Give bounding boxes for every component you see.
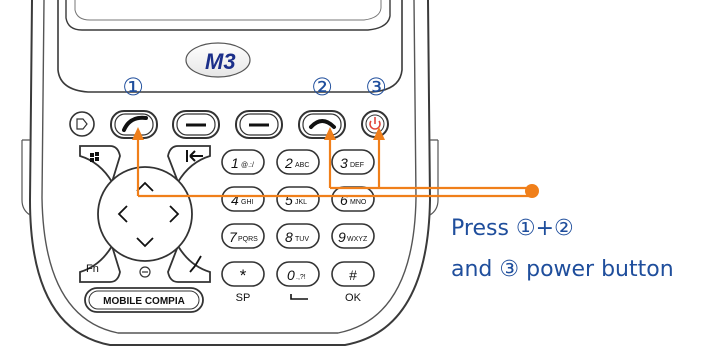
key-hash-symbol: # bbox=[349, 267, 357, 283]
key-7-digit: 7 bbox=[229, 229, 238, 245]
device-diagram: M3 Fn MOBILE COMPIA 1 @.:/ 2 ABC 3 DEF 4… bbox=[21, 0, 539, 346]
key-8-letters: TUV bbox=[295, 236, 309, 243]
key-3-letters: DEF bbox=[350, 162, 364, 169]
key-9-digit: 9 bbox=[338, 229, 346, 245]
dpad[interactable] bbox=[97, 166, 193, 262]
key-2[interactable]: 2 ABC bbox=[276, 149, 320, 175]
key-0-digit: 0 bbox=[287, 267, 295, 283]
key-5-letters: JKL bbox=[295, 199, 307, 206]
key-star-symbol: * bbox=[240, 266, 247, 285]
key-0-symbols: .,?! bbox=[296, 274, 306, 281]
callout-dot bbox=[525, 184, 539, 198]
brand-badge: MOBILE COMPIA bbox=[84, 287, 204, 313]
key-6-letters: MNO bbox=[350, 199, 367, 206]
key-9-letters: WXYZ bbox=[347, 236, 368, 243]
right-soft-key[interactable] bbox=[235, 110, 283, 139]
key-5-digit: 5 bbox=[285, 192, 293, 208]
key-8-digit: 8 bbox=[285, 229, 293, 245]
key-1[interactable]: 1 @.:/ bbox=[221, 149, 265, 175]
key-7-letters: PQRS bbox=[238, 236, 258, 243]
power-button[interactable] bbox=[361, 110, 389, 138]
instruction-line-2: and ③ power button bbox=[451, 257, 674, 282]
key-5[interactable]: 5 JKL bbox=[276, 186, 320, 212]
side-key-button[interactable] bbox=[69, 111, 95, 137]
brand-label: MOBILE COMPIA bbox=[103, 296, 185, 307]
key-6[interactable]: 6 MNO bbox=[331, 186, 375, 212]
send-button[interactable] bbox=[110, 110, 158, 139]
key-7[interactable]: 7 PQRS bbox=[221, 223, 265, 249]
numeric-keypad: 1 @.:/ 2 ABC 3 DEF 4 GHI 5 JKL 6 MNO 7 P… bbox=[221, 149, 375, 304]
key-4-digit: 4 bbox=[231, 192, 239, 208]
marker-two: ② bbox=[311, 73, 333, 101]
key-4-letters: GHI bbox=[241, 199, 254, 206]
instruction-line-1: Press ①+② bbox=[451, 216, 574, 241]
ok-label: OK bbox=[345, 292, 362, 304]
navigation-cluster: Fn bbox=[79, 145, 211, 283]
key-6-digit: 6 bbox=[340, 192, 348, 208]
fn-key-label: Fn bbox=[86, 263, 99, 275]
key-3-digit: 3 bbox=[340, 155, 348, 171]
key-1-letters: @.:/ bbox=[241, 162, 254, 169]
key-1-digit: 1 bbox=[231, 155, 239, 171]
key-4[interactable]: 4 GHI bbox=[221, 186, 265, 212]
m3-logo: M3 bbox=[185, 42, 251, 78]
marker-one: ① bbox=[122, 73, 144, 101]
key-2-digit: 2 bbox=[284, 155, 293, 171]
left-soft-key[interactable] bbox=[172, 110, 220, 139]
key-2-letters: ABC bbox=[295, 162, 309, 169]
end-call-button[interactable] bbox=[298, 110, 346, 139]
key-9[interactable]: 9 WXYZ bbox=[331, 223, 375, 249]
key-3[interactable]: 3 DEF bbox=[331, 149, 375, 175]
key-8[interactable]: 8 TUV bbox=[276, 223, 320, 249]
sp-label: SP bbox=[236, 292, 251, 304]
marker-three: ③ bbox=[365, 73, 387, 101]
minus-icon bbox=[139, 266, 151, 278]
logo-text: M3 bbox=[205, 49, 236, 74]
